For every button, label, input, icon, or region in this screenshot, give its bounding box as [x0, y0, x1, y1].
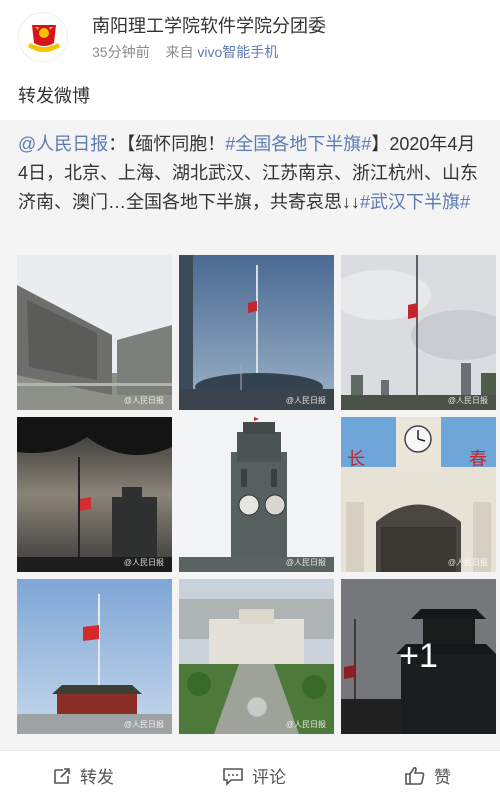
watermark: @人民日报 — [285, 720, 326, 729]
memorial-relief-photo[interactable]: @人民日报 — [17, 255, 172, 410]
watermark: @人民日报 — [123, 558, 164, 567]
like-label: 赞 — [434, 768, 451, 787]
comment-label: 评论 — [252, 768, 286, 787]
watermark: @人民日报 — [285, 558, 326, 567]
pagoda-silhouette-photo[interactable]: +1 — [341, 579, 496, 734]
svg-text:春: 春 — [469, 449, 487, 470]
quoted-author-link[interactable]: @人民日报 — [18, 134, 108, 154]
flag-half-mast-city-photo[interactable]: @人民日报 — [341, 255, 496, 410]
repost-label: 转发 — [80, 768, 114, 787]
clock-tower-photo[interactable]: @人民日报 — [179, 417, 334, 572]
svg-text:长: 长 — [347, 449, 365, 470]
tiananmen-flag-photo[interactable]: @人民日报 — [17, 579, 172, 734]
repost-icon — [54, 767, 70, 784]
avatar[interactable] — [18, 12, 68, 62]
post-time: 35分钟前 — [92, 44, 150, 60]
action-bar: 转发 评论 赞 — [0, 751, 500, 800]
quoted-post[interactable]: @人民日报：【缅怀同胞！#全国各地下半旗#】2020年4月4日，北京、上海、湖北… — [0, 120, 500, 750]
youth-league-emblem-icon — [20, 14, 67, 61]
more-images-count[interactable]: +1 — [341, 579, 496, 734]
watermark: @人民日报 — [447, 558, 488, 567]
watermark: @人民日报 — [285, 396, 326, 405]
post-meta: 35分钟前 来自 vivo智能手机 — [92, 42, 278, 62]
author-name[interactable]: 南阳理工学院软件学院分团委 — [92, 12, 326, 38]
flag-half-mast-arena-photo[interactable]: @人民日报 — [179, 255, 334, 410]
watermark: @人民日报 — [123, 396, 164, 405]
source-prefix: 来自 — [165, 44, 194, 60]
bracket-close: 】 — [371, 134, 390, 154]
hashtag-link[interactable]: #全国各地下半旗# — [225, 134, 371, 154]
headline: 缅怀同胞！ — [135, 134, 226, 154]
like-button[interactable]: 赞 — [404, 751, 451, 800]
image-grid: @人民日报 @人民日报 @人民日报 @人民日报 @人民日报 长 春 @人民日报 … — [17, 255, 496, 739]
flag-tree-silhouette-photo[interactable]: @人民日报 — [17, 417, 172, 572]
bracket-open: 【 — [126, 134, 136, 154]
comment-icon — [223, 767, 243, 786]
colon: ： — [108, 134, 127, 154]
watermark: @人民日报 — [447, 396, 488, 405]
quoted-text: @人民日报：【缅怀同胞！#全国各地下半旗#】2020年4月4日，北京、上海、湖北… — [18, 130, 484, 217]
watermark: @人民日报 — [123, 720, 164, 729]
hashtag-link[interactable]: #武汉下半旗# — [360, 192, 470, 212]
source-device[interactable]: vivo智能手机 — [197, 44, 278, 60]
thumbs-up-icon — [405, 766, 425, 785]
comment-button[interactable]: 评论 — [222, 751, 286, 800]
repost-text: 转发微博 — [18, 86, 90, 106]
repost-button[interactable]: 转发 — [52, 751, 114, 800]
changchun-station-photo[interactable]: 长 春 @人民日报 — [341, 417, 496, 572]
post-header: 南阳理工学院软件学院分团委 35分钟前 来自 vivo智能手机 — [0, 0, 500, 70]
government-building-aerial-photo[interactable]: @人民日报 — [179, 579, 334, 734]
